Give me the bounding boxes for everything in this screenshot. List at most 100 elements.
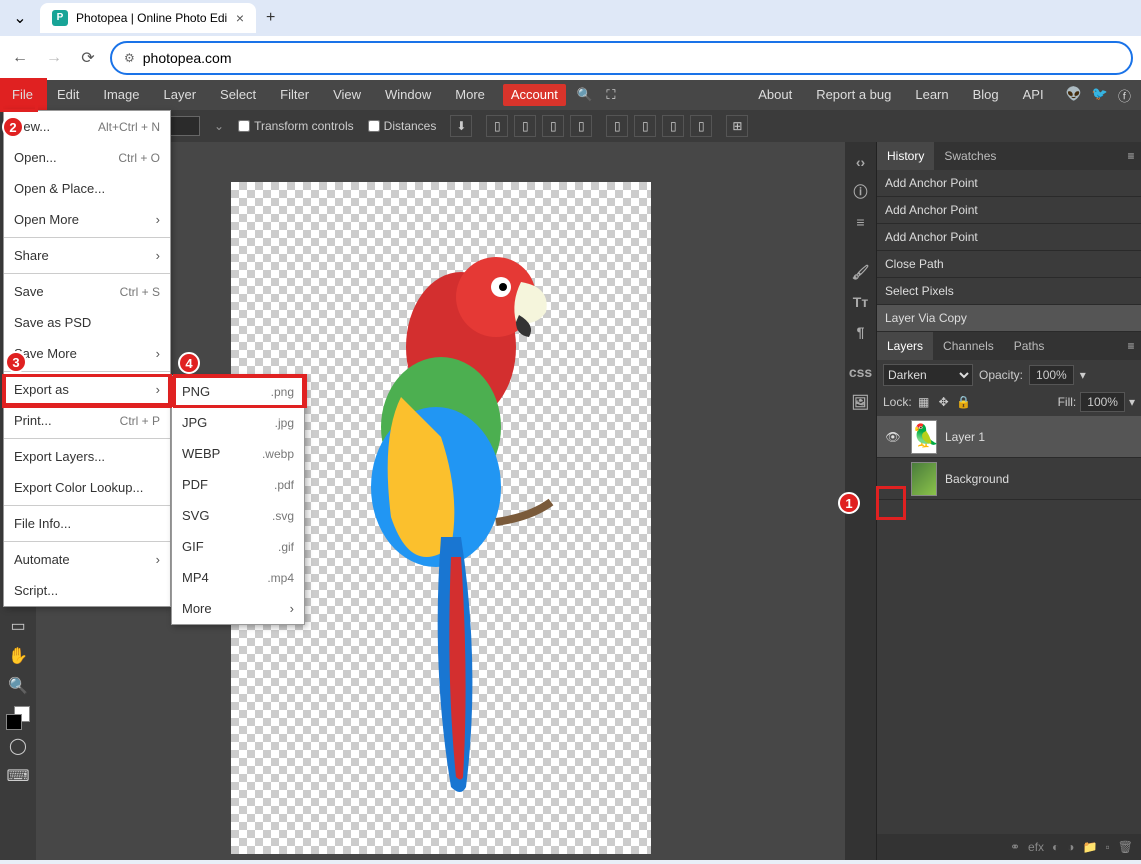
fx-icon[interactable]: efx	[1028, 840, 1044, 854]
info-panel-icon[interactable]: ⓘ	[849, 180, 873, 204]
new-layer-icon[interactable]: ▫	[1106, 840, 1110, 854]
align-top-icon[interactable]: ▯	[570, 115, 592, 137]
menu-view[interactable]: View	[321, 80, 373, 110]
css-panel-icon[interactable]: css	[849, 360, 873, 384]
address-bar[interactable]: ⚙	[110, 41, 1133, 75]
file-menu-export-as[interactable]: Export as›	[4, 374, 170, 405]
brush-panel-icon[interactable]: 🖌	[849, 260, 873, 284]
export-more[interactable]: More›	[172, 593, 304, 624]
rect-tool-icon[interactable]: ▭	[4, 612, 32, 640]
tool-preset-dropdown[interactable]	[170, 116, 200, 136]
file-menu-open-more[interactable]: Open More›	[4, 204, 170, 235]
menu-filter[interactable]: Filter	[268, 80, 321, 110]
reload-button[interactable]: ⟳	[76, 46, 100, 70]
link-report[interactable]: Report a bug	[804, 80, 903, 110]
menu-more[interactable]: More	[443, 80, 497, 110]
align-left-icon[interactable]: ▯	[486, 115, 508, 137]
lock-all-icon[interactable]: 🔒	[956, 394, 972, 410]
image-panel-icon[interactable]: 🖼	[849, 390, 873, 414]
opacity-value[interactable]: 100%	[1029, 365, 1074, 385]
file-menu-file-info-[interactable]: File Info...	[4, 508, 170, 539]
back-button[interactable]: ←	[8, 46, 32, 70]
file-menu-script-[interactable]: Script...	[4, 575, 170, 606]
layer-thumbnail[interactable]	[911, 462, 937, 496]
link-api[interactable]: API	[1011, 80, 1056, 110]
file-menu-save-as-psd[interactable]: Save as PSD	[4, 307, 170, 338]
trash-icon[interactable]: 🗑	[1118, 840, 1133, 854]
tab-paths[interactable]: Paths	[1004, 332, 1055, 360]
visibility-toggle[interactable]: 👁	[883, 427, 903, 447]
menu-window[interactable]: Window	[373, 80, 443, 110]
url-input[interactable]	[143, 50, 1119, 66]
layer-thumbnail[interactable]: 🦜	[911, 420, 937, 454]
menu-select[interactable]: Select	[208, 80, 268, 110]
menu-layer[interactable]: Layer	[152, 80, 209, 110]
new-tab-button[interactable]: +	[266, 9, 275, 27]
history-item[interactable]: Add Anchor Point	[877, 197, 1141, 224]
export-svg[interactable]: SVG.svg	[172, 500, 304, 531]
layer-row[interactable]: Background	[877, 458, 1141, 500]
distribute-2-icon[interactable]: ▯	[634, 115, 656, 137]
file-menu-export-color-lookup-[interactable]: Export Color Lookup...	[4, 472, 170, 503]
lock-position-icon[interactable]: ✥	[936, 394, 952, 410]
grid-icon[interactable]: ⊞	[726, 115, 748, 137]
export-mp4[interactable]: MP4.mp4	[172, 562, 304, 593]
tab-list-dropdown[interactable]: ⌄	[8, 6, 32, 30]
menu-edit[interactable]: Edit	[45, 80, 91, 110]
blend-mode-select[interactable]: Darken	[883, 364, 973, 386]
file-menu-save-more[interactable]: Save More›	[4, 338, 170, 369]
link-layers-icon[interactable]: ⚭	[1010, 840, 1020, 854]
zoom-tool-icon[interactable]: 🔍	[4, 672, 32, 700]
align-right-icon[interactable]: ▯	[542, 115, 564, 137]
quick-mask-icon[interactable]: ◯	[4, 732, 32, 760]
opacity-chevron-icon[interactable]: ▾	[1080, 368, 1086, 382]
color-swatch[interactable]	[6, 706, 30, 730]
mask-icon[interactable]: ◐	[1052, 840, 1059, 854]
screen-mode-icon[interactable]: ⌨	[4, 762, 32, 790]
distribute-3-icon[interactable]: ▯	[662, 115, 684, 137]
adjust-panel-icon[interactable]: ≡	[849, 210, 873, 234]
export-jpg[interactable]: JPG.jpg	[172, 407, 304, 438]
account-button[interactable]: Account	[503, 84, 566, 106]
history-item[interactable]: Layer Via Copy	[877, 305, 1141, 332]
facebook-icon[interactable]: ⓕ	[1118, 86, 1131, 105]
hand-tool-icon[interactable]: ✋	[4, 642, 32, 670]
link-blog[interactable]: Blog	[961, 80, 1011, 110]
file-menu-share[interactable]: Share›	[4, 240, 170, 271]
fill-chevron-icon[interactable]: ▾	[1129, 395, 1135, 409]
file-menu-export-layers-[interactable]: Export Layers...	[4, 441, 170, 472]
reddit-icon[interactable]: 👽	[1066, 86, 1082, 105]
tab-layers[interactable]: Layers	[877, 332, 933, 360]
close-tab-icon[interactable]: ×	[236, 10, 244, 26]
twitter-icon[interactable]: 🐦	[1092, 86, 1108, 105]
history-menu-icon[interactable]: ≡	[1121, 149, 1141, 163]
export-pdf[interactable]: PDF.pdf	[172, 469, 304, 500]
menu-image[interactable]: Image	[91, 80, 151, 110]
tab-swatches[interactable]: Swatches	[934, 142, 1006, 170]
link-learn[interactable]: Learn	[903, 80, 960, 110]
export-webp[interactable]: WEBP.webp	[172, 438, 304, 469]
tab-channels[interactable]: Channels	[933, 332, 1004, 360]
collapse-icon[interactable]: ‹›	[849, 150, 873, 174]
download-icon[interactable]: ⬇	[450, 115, 472, 137]
lock-pixels-icon[interactable]: ▦	[916, 394, 932, 410]
history-item[interactable]: Add Anchor Point	[877, 224, 1141, 251]
history-item[interactable]: Close Path	[877, 251, 1141, 278]
link-about[interactable]: About	[746, 80, 804, 110]
text-panel-icon[interactable]: Tт	[849, 290, 873, 314]
export-png[interactable]: PNG.png	[172, 376, 304, 407]
search-icon[interactable]: 🔍	[572, 87, 598, 103]
browser-tab[interactable]: P Photopea | Online Photo Edi ×	[40, 3, 256, 33]
history-item[interactable]: Add Anchor Point	[877, 170, 1141, 197]
layer-row[interactable]: 👁🦜Layer 1	[877, 416, 1141, 458]
paragraph-panel-icon[interactable]: ¶	[849, 320, 873, 344]
file-menu-open-[interactable]: Open...Ctrl + O	[4, 142, 170, 173]
visibility-toggle[interactable]	[883, 469, 903, 489]
adjustment-icon[interactable]: ◑	[1067, 840, 1074, 854]
file-menu-print-[interactable]: Print...Ctrl + P	[4, 405, 170, 436]
file-menu-save[interactable]: SaveCtrl + S	[4, 276, 170, 307]
menu-file[interactable]: File	[0, 80, 45, 110]
distribute-1-icon[interactable]: ▯	[606, 115, 628, 137]
file-menu-open-place-[interactable]: Open & Place...	[4, 173, 170, 204]
export-gif[interactable]: GIF.gif	[172, 531, 304, 562]
